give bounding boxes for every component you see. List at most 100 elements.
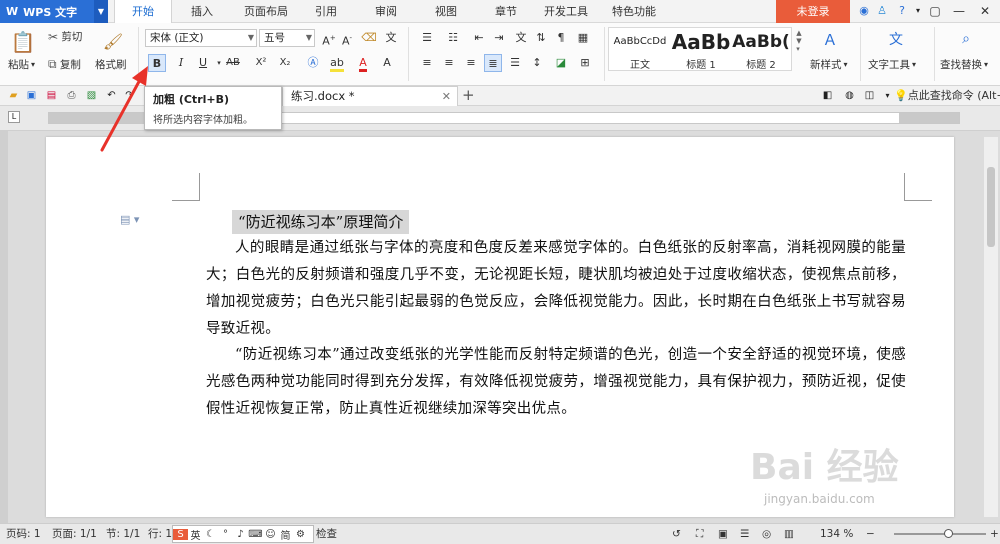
document-title[interactable]: “防近视练习本”原理简介	[232, 210, 410, 234]
new-tab-button[interactable]: +	[462, 86, 475, 104]
line-spacing-icon[interactable]: ↕	[528, 54, 546, 72]
ime-logo-icon[interactable]: S	[173, 528, 188, 540]
paragraph-2[interactable]: “防近视练习本”通过改变纸张的光学性能而反射特定频谱的色光，创造一个安全舒适的视…	[206, 342, 906, 423]
status-line[interactable]: 行: 1	[148, 524, 172, 544]
new-style-icon[interactable]: Ａ	[820, 29, 840, 49]
paragraph-layout-icon[interactable]: ▤ ▾	[120, 213, 139, 226]
style-normal[interactable]: AaBbCcDd 正文	[609, 28, 671, 72]
paragraph-1[interactable]: 人的眼睛是通过纸张与字体的亮度和色度反差来感觉字体的。白色纸张的反射率高，消耗视…	[206, 235, 906, 343]
chinese-layout-icon[interactable]: 文	[512, 29, 530, 47]
cut-button[interactable]: ✂ 剪切	[48, 29, 82, 44]
restore-window-icon[interactable]: ▢	[922, 0, 948, 23]
style-scroll[interactable]: ▲ ▼ ▾	[794, 29, 804, 69]
border-icon[interactable]: ⊞	[576, 54, 594, 72]
new-style-button[interactable]: 新样式 ▾	[810, 57, 848, 72]
outline-view-icon[interactable]: ☰	[740, 524, 749, 544]
zoom-out-icon[interactable]: −	[866, 524, 875, 544]
tab-page-layout[interactable]: 页面布局	[236, 0, 296, 23]
find-replace-button[interactable]: 查找替换 ▾	[940, 57, 988, 72]
tab-home[interactable]: 开始	[114, 0, 172, 24]
save-icon[interactable]: ▣	[24, 88, 39, 103]
user-icon[interactable]: ☺	[263, 529, 278, 540]
tab-stop-selector[interactable]: L	[8, 111, 20, 123]
tab-reference[interactable]: 引用	[306, 0, 346, 23]
minimize-icon[interactable]: —	[946, 0, 972, 23]
scrollbar-thumb[interactable]	[987, 167, 995, 247]
shrink-font-button[interactable]: A-	[338, 29, 356, 48]
strikethrough-button[interactable]: AB	[222, 54, 244, 72]
grow-font-button[interactable]: A+	[320, 29, 338, 48]
text-tools-button[interactable]: 文字工具 ▾	[868, 57, 916, 72]
superscript-button[interactable]: X²	[250, 54, 272, 72]
app-menu-button[interactable]: W WPS 文字 ▼	[0, 0, 108, 23]
close-icon[interactable]: ✕	[442, 87, 451, 106]
moon-icon[interactable]: ☾	[203, 529, 218, 540]
login-button[interactable]: 未登录	[776, 0, 850, 23]
zoom-level[interactable]: 134 %	[820, 524, 853, 544]
keyboard-icon[interactable]: ⌨	[248, 529, 263, 540]
search-icon[interactable]: ⌕	[956, 29, 976, 49]
web-view-icon[interactable]: ◎	[762, 524, 771, 544]
phonetic-icon[interactable]: 文	[382, 29, 400, 47]
subscript-button[interactable]: X₂	[274, 54, 296, 72]
ime-simplified[interactable]: 简	[278, 527, 293, 542]
zoom-in-icon[interactable]: +	[990, 524, 999, 544]
text-tools-icon[interactable]: 文	[886, 29, 906, 49]
command-search[interactable]: 💡点此查找命令 (Alt+	[894, 86, 1000, 106]
punct-icon[interactable]: °	[218, 529, 233, 540]
shading-icon[interactable]: ◪	[552, 54, 570, 72]
read-view-icon[interactable]: ▥	[784, 524, 794, 544]
numbered-list-icon[interactable]: ☷	[444, 29, 462, 47]
tab-chapter[interactable]: 章节	[484, 0, 528, 23]
bullet-list-icon[interactable]: ☰	[418, 29, 436, 47]
help-icon[interactable]: ?	[894, 3, 910, 19]
close-window-icon[interactable]: ✕	[972, 0, 998, 23]
font-size-select[interactable]: 五号 ▼	[259, 29, 315, 47]
italic-button[interactable]: I	[172, 54, 190, 72]
tab-developer[interactable]: 开发工具	[538, 0, 594, 23]
gear-icon[interactable]: ⚙	[293, 529, 308, 540]
sort-icon[interactable]: ⇅	[532, 29, 550, 47]
chevron-down-icon[interactable]: ▼	[94, 0, 108, 23]
ime-toolbar[interactable]: S 英 ☾ ° ♪ ⌨ ☺ 简 ⚙	[172, 525, 314, 543]
page-view-icon[interactable]: ▣	[718, 524, 728, 544]
style-heading-2[interactable]: AaBb( 标题 2	[731, 28, 791, 72]
vertical-scrollbar[interactable]	[984, 137, 998, 517]
brush-icon[interactable]: 🖌	[98, 27, 128, 55]
zoom-slider[interactable]	[894, 529, 986, 538]
open-folder-icon[interactable]: ▰	[6, 88, 21, 103]
ime-lang[interactable]: 英	[188, 527, 203, 542]
fullscreen-icon[interactable]: ⛶	[696, 524, 703, 544]
tab-special[interactable]: 特色功能	[604, 0, 664, 23]
share-icon[interactable]: ◍	[842, 88, 857, 103]
align-justify-icon[interactable]: ≣	[484, 54, 502, 72]
document-tab[interactable]: 练习.docx * ✕	[282, 86, 458, 106]
tab-view[interactable]: 视图	[424, 0, 468, 23]
grid-icon[interactable]: ▦	[574, 29, 592, 47]
tag-icon[interactable]: ◫	[862, 88, 877, 103]
font-name-select[interactable]: 宋体 (正文) ▼	[145, 29, 257, 47]
copy-button[interactable]: ⧉ 复制	[48, 57, 81, 72]
paste-icon[interactable]: 📋	[10, 27, 36, 57]
tab-insert[interactable]: 插入	[180, 0, 224, 23]
highlight-icon[interactable]: ab	[328, 54, 346, 72]
shirt-icon[interactable]: ♙	[874, 3, 890, 19]
increase-indent-icon[interactable]: ⇥	[490, 29, 508, 47]
zoom-slider-knob[interactable]	[944, 529, 953, 538]
spell-check-button[interactable]: 检查	[316, 524, 337, 544]
print-icon[interactable]: ⎙	[64, 88, 79, 103]
status-section[interactable]: 节: 1/1	[106, 524, 140, 544]
align-left-icon[interactable]: ≡	[418, 54, 436, 72]
text-effect-icon[interactable]: Ⓐ	[304, 54, 322, 72]
tab-review[interactable]: 审阅	[364, 0, 408, 23]
status-pages[interactable]: 页面: 1/1	[52, 524, 97, 544]
font-color-icon[interactable]: A	[354, 54, 372, 72]
distributed-align-icon[interactable]: ☰	[506, 54, 524, 72]
export-pdf-icon[interactable]: ▤	[44, 88, 59, 103]
show-marks-icon[interactable]: ¶	[552, 29, 570, 47]
style-heading-1[interactable]: AaBb 标题 1	[671, 28, 731, 72]
chevron-down-icon[interactable]: ▾	[880, 88, 895, 103]
skin-icon[interactable]: ◉	[856, 3, 872, 19]
mic-icon[interactable]: ♪	[233, 529, 248, 540]
clear-format-icon[interactable]: ⌫	[360, 29, 378, 47]
